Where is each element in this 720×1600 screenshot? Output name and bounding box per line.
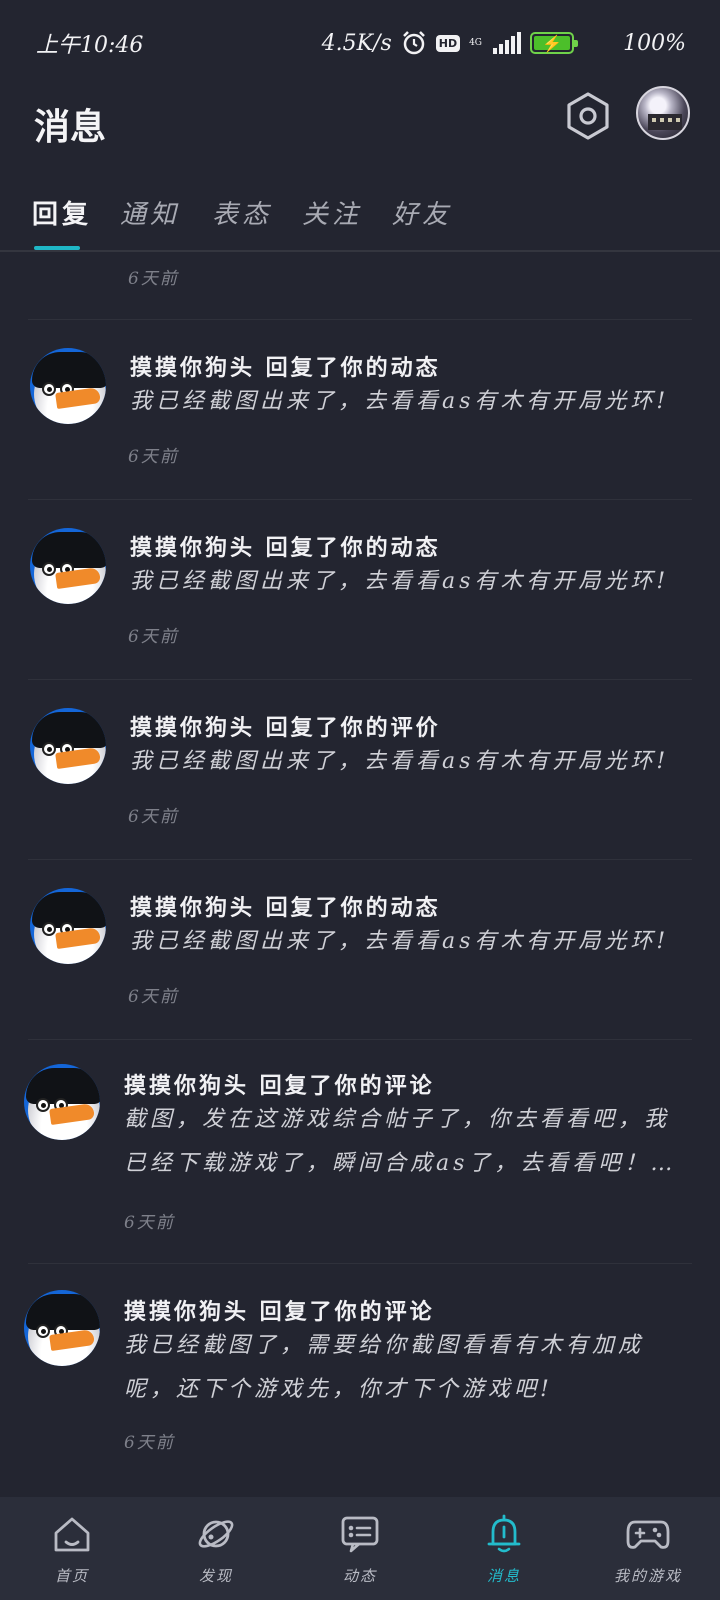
message-time: 6天前 — [128, 627, 179, 647]
status-time: 上午10:46 — [36, 33, 144, 58]
message-time: 6天前 — [128, 447, 179, 467]
status-bar: 上午10:46 4.5K/s HD 4G ⚡ — [0, 0, 720, 86]
list-item[interactable]: 摸摸你狗头 回复了你的动态 我已经截图出来了，去看看as有木有开局光环! 6天前 — [28, 320, 692, 500]
bottom-nav: 首页 发现 动态 消息 我的游戏 — [0, 1497, 720, 1600]
tab-indicator — [34, 246, 80, 250]
nav-messages[interactable]: 消息 — [432, 1497, 576, 1600]
message-title: 摸摸你狗头 回复了你的评论 — [124, 1073, 435, 1099]
message-time: 6天前 — [124, 1213, 175, 1233]
planet-icon — [198, 1520, 234, 1548]
bell-icon — [487, 1514, 521, 1553]
message-title: 摸摸你狗头 回复了你的动态 — [130, 895, 441, 921]
list-item[interactable]: 摸摸你狗头 回复了你的评论 我已经截图了，需要给你截图看看有木有加成呢，还下个游… — [24, 1264, 692, 1490]
nav-label: 我的游戏 — [613, 1567, 682, 1585]
tab-bar: 回复 通知 表态 关注 好友 — [0, 186, 720, 252]
nav-label: 消息 — [486, 1567, 521, 1585]
header: 消息 — [0, 86, 720, 196]
nav-label: 发现 — [198, 1567, 233, 1585]
sender-avatar[interactable] — [24, 1064, 100, 1140]
sender-avatar[interactable] — [30, 528, 106, 604]
tab-reply[interactable]: 回复 — [32, 194, 92, 231]
settings-button[interactable] — [562, 88, 614, 144]
message-title: 摸摸你狗头 回复了你的动态 — [130, 535, 441, 561]
battery-percent: 100% — [623, 30, 686, 56]
network-type: 4G — [469, 37, 482, 48]
signal-icon — [493, 32, 521, 54]
message-content: 我已经截图出来了，去看看as有木有开局光环! — [130, 389, 670, 414]
message-title: 摸摸你狗头 回复了你的评价 — [130, 715, 441, 741]
message-time: 6天前 — [128, 269, 179, 289]
message-time: 6天前 — [128, 987, 179, 1007]
tab-notice[interactable]: 通知 — [120, 194, 180, 231]
message-time: 6天前 — [124, 1433, 175, 1453]
list-item[interactable]: 摸摸你狗头 回复了你的评价 我已经截图出来了，去看看as有木有开局光环! 6天前 — [28, 680, 692, 860]
battery-percent-wrap: 100% — [623, 0, 720, 86]
hd-icon: HD — [435, 34, 461, 52]
list-item[interactable]: 摸摸你狗头 回复了你的评论 截图，发在这游戏综合帖子了，你去看看吧，我已经下载游… — [24, 1040, 692, 1264]
sender-avatar[interactable] — [24, 1290, 100, 1366]
nav-home[interactable]: 首页 — [0, 1497, 144, 1600]
battery-icon: ⚡ — [530, 32, 578, 54]
sender-avatar[interactable] — [30, 708, 106, 784]
tab-friends[interactable]: 好友 — [392, 194, 452, 231]
status-indicators: 4.5K/s HD 4G ⚡ — [321, 30, 578, 56]
nav-label: 动态 — [342, 1567, 377, 1585]
tab-reaction[interactable]: 表态 — [212, 194, 272, 231]
tab-follow[interactable]: 关注 — [302, 194, 362, 231]
list-item[interactable]: 摸摸你狗头 回复了你的动态 我已经截图出来了，去看看as有木有开局光环! 6天前 — [28, 500, 692, 680]
nav-discover[interactable]: 发现 — [144, 1497, 288, 1600]
nav-feed[interactable]: 动态 — [288, 1497, 432, 1600]
home-icon — [54, 1517, 90, 1552]
message-title: 摸摸你狗头 回复了你的评论 — [124, 1299, 435, 1325]
message-content: 我已经截图出来了，去看看as有木有开局光环! — [130, 749, 670, 774]
message-time: 6天前 — [128, 807, 179, 827]
message-title: 摸摸你狗头 回复了你的动态 — [130, 355, 441, 381]
gamepad-icon — [626, 1520, 670, 1549]
nav-my-games[interactable]: 我的游戏 — [576, 1497, 720, 1600]
settings-hexagon-icon — [567, 92, 609, 140]
chat-card-icon — [341, 1516, 379, 1553]
sender-avatar[interactable] — [30, 888, 106, 964]
page-title: 消息 — [34, 106, 107, 148]
message-content: 我已经截图出来了，去看看as有木有开局光环! — [130, 929, 670, 954]
list-item[interactable]: 6天前 — [28, 254, 692, 320]
alarm-icon — [401, 30, 427, 56]
network-speed: 4.5K/s — [321, 30, 392, 56]
message-list[interactable]: 6天前 摸摸你狗头 回复了你的动态 我已经截图出来了，去看看as有木有开局光环!… — [0, 254, 720, 1497]
message-content: 我已经截图出来了，去看看as有木有开局光环! — [130, 569, 670, 594]
list-item[interactable]: 摸摸你狗头 回复了你的动态 我已经截图出来了，去看看as有木有开局光环! 6天前 — [28, 860, 692, 1040]
message-content: 截图，发在这游戏综合帖子了，你去看看吧，我已经下载游戏了，瞬间合成as了，去看看… — [124, 1107, 677, 1176]
nav-label: 首页 — [54, 1567, 89, 1585]
message-content: 我已经截图了，需要给你截图看看有木有加成呢，还下个游戏先，你才下个游戏吧! — [124, 1333, 645, 1402]
sender-avatar[interactable] — [30, 348, 106, 424]
user-avatar[interactable] — [636, 86, 690, 140]
